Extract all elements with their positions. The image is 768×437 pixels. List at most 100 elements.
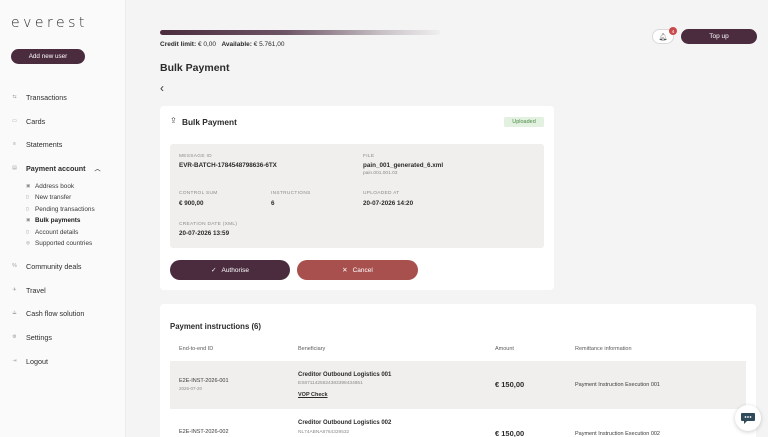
sidebar-item-settings[interactable]: ⚙ Settings xyxy=(10,332,52,342)
stack-icon: ▣ xyxy=(26,217,31,222)
sidebar-subitem-address-book[interactable]: ▣ Address book xyxy=(26,182,74,190)
sidebar-item-label: Travel xyxy=(26,285,46,295)
book-icon: ▣ xyxy=(26,183,31,188)
sidebar-subitem-pending-transactions[interactable]: ▯ Pending transactions xyxy=(26,205,95,213)
sidebar-item-statements[interactable]: ≡ Statements xyxy=(10,139,62,149)
file-type-value: pain.001.001.03 xyxy=(363,171,398,176)
close-icon: ✕ xyxy=(342,267,348,274)
chat-icon xyxy=(741,413,755,424)
sidebar-subitem-label: Address book xyxy=(35,182,75,190)
cancel-label: Cancel xyxy=(352,266,373,274)
bell-icon: 🔔︎ xyxy=(658,33,668,41)
payment-instructions-title: Payment instructions (6) xyxy=(170,322,261,331)
sidebar-item-label: Cards xyxy=(26,116,46,126)
sidebar-item-label: Statements xyxy=(26,139,63,149)
column-header-end-to-end-id: End-to-end ID xyxy=(179,346,214,352)
bulk-payment-card: ⇪ Bulk Payment Uploaded MESSAGE ID EVR-B… xyxy=(160,106,554,290)
creation-date-value: 20-07-2026 13:59 xyxy=(179,230,230,237)
sidebar-item-transactions[interactable]: ⇆ Transactions xyxy=(10,92,67,102)
chevron-up-icon: ︿ xyxy=(94,166,101,173)
sidebar-subitem-new-transfer[interactable]: ▯ New transfer xyxy=(26,193,71,201)
sidebar-item-label: Cash flow solution xyxy=(26,308,85,318)
sidebar-item-cash-flow-solution[interactable]: ⟁ Cash flow solution xyxy=(10,308,84,318)
credit-limit-value: € 0,00 xyxy=(197,41,217,48)
sidebar-item-community-deals[interactable]: % Community deals xyxy=(10,261,82,271)
top-up-button[interactable]: Top up xyxy=(681,29,757,44)
cashflow-icon: ⟁ xyxy=(12,310,17,316)
column-header-remittance: Remittance information xyxy=(575,346,632,352)
transfer-icon: ⇆ xyxy=(12,94,17,100)
credit-progress-bar xyxy=(160,30,440,35)
amount: € 150,00 xyxy=(495,429,525,437)
table-row[interactable]: E2E-INST-2026-002 Creditor Outbound Logi… xyxy=(170,410,746,437)
column-header-beneficiary: Beneficiary xyxy=(298,346,326,352)
add-new-user-button[interactable]: Add new user xyxy=(11,49,85,64)
card-icon: ▭ xyxy=(12,118,17,124)
instructions-label: INSTRUCTIONS xyxy=(271,191,311,196)
payment-instructions-panel: Payment instructions (6) End-to-end ID B… xyxy=(160,304,756,437)
sidebar-subitem-label: Pending transactions xyxy=(35,205,95,213)
beneficiary-iban: ES8711425624383398434851 xyxy=(298,381,363,386)
sidebar-item-logout[interactable]: ⇥ Logout xyxy=(10,356,48,366)
vop-check-link[interactable]: VOP Check xyxy=(298,392,328,398)
sidebar: everest Add new user ⇆ Transactions ▭ Ca… xyxy=(0,0,126,437)
document-icon: ▯ xyxy=(26,206,29,211)
file-label: FILE xyxy=(363,154,375,159)
message-id-value: EVR-BATCH-1784548798636-6TX xyxy=(179,162,277,169)
amount: € 150,00 xyxy=(495,380,525,389)
percent-icon: % xyxy=(12,263,17,269)
end-to-end-id: E2E-INST-2026-002 xyxy=(179,429,229,435)
column-header-amount: Amount xyxy=(495,346,514,352)
gear-icon: ⚙ xyxy=(12,334,17,340)
credit-limit-label: Credit limit: xyxy=(160,41,197,48)
file-name-value: pain_001_generated_6.xml xyxy=(363,162,444,169)
back-arrow-icon[interactable]: ‹ xyxy=(160,82,164,94)
available-value: € 5.761,00 xyxy=(253,41,285,48)
logo[interactable]: everest xyxy=(11,15,88,31)
document-icon: ▯ xyxy=(26,194,29,199)
remittance-info: Payment Instruction Execution 002 xyxy=(575,431,660,437)
chat-support-button[interactable] xyxy=(735,405,761,431)
beneficiary-name: Creditor Outbound Logistics 001 xyxy=(298,372,392,378)
authorise-button[interactable]: ✓ Authorise xyxy=(170,260,290,280)
check-icon: ✓ xyxy=(211,267,217,274)
instructions-value: 6 xyxy=(271,200,275,207)
sidebar-subitem-account-details[interactable]: ▯ Account details xyxy=(26,228,78,236)
sidebar-item-label: Logout xyxy=(26,356,48,366)
card-title: Bulk Payment xyxy=(182,117,237,127)
authorise-label: Authorise xyxy=(221,266,249,274)
sidebar-item-travel[interactable]: ✈ Travel xyxy=(10,285,46,295)
control-sum-value: € 900,00 xyxy=(179,200,204,207)
list-icon: ≡ xyxy=(13,141,16,147)
uploaded-at-label: UPLOADED AT xyxy=(363,191,400,196)
sidebar-subitem-label: New transfer xyxy=(35,193,72,201)
page-title: Bulk Payment xyxy=(160,62,230,74)
document-icon: ▯ xyxy=(26,229,29,234)
beneficiary-name: Creditor Outbound Logistics 002 xyxy=(298,420,392,426)
notification-badge: 4 xyxy=(669,27,677,35)
sidebar-item-cards[interactable]: ▭ Cards xyxy=(10,116,45,126)
logout-icon: ⇥ xyxy=(12,358,17,364)
plane-icon: ✈ xyxy=(12,287,17,293)
execution-date: 2026-07-20 xyxy=(179,386,203,391)
remittance-info: Payment Instruction Execution 001 xyxy=(575,382,660,388)
sidebar-item-label: Community deals xyxy=(26,261,82,271)
sidebar-subitem-supported-countries[interactable]: ◎ Supported countries xyxy=(26,239,92,247)
sidebar-item-label: Settings xyxy=(26,332,52,342)
globe-icon: ◎ xyxy=(26,240,30,245)
sidebar-subitem-bulk-payments[interactable]: ▣ Bulk payments xyxy=(26,216,80,224)
table-row[interactable]: E2E-INST-2026-001 2026-07-20 Creditor Ou… xyxy=(170,361,746,409)
creation-date-label: CREATION DATE (XML) xyxy=(179,222,238,227)
credit-summary: Credit limit: € 0,00 Available: € 5.761,… xyxy=(160,41,284,48)
cancel-button[interactable]: ✕ Cancel xyxy=(297,260,418,280)
account-icon: ▤ xyxy=(12,165,17,171)
status-badge: Uploaded xyxy=(504,117,544,127)
sidebar-item-label: Payment account xyxy=(26,163,86,173)
control-sum-label: CONTROL SUM xyxy=(179,191,218,196)
beneficiary-iban: NL74ABNA8764329532 xyxy=(298,430,350,435)
sidebar-subitem-label: Bulk payments xyxy=(35,216,81,224)
end-to-end-id: E2E-INST-2026-001 xyxy=(179,378,229,384)
batch-details: MESSAGE ID EVR-BATCH-1784548798636-6TX F… xyxy=(170,144,544,248)
uploaded-at-value: 20-07-2026 14:20 xyxy=(363,200,414,207)
sidebar-item-payment-account[interactable]: ▤ Payment account ︿ xyxy=(10,163,101,173)
